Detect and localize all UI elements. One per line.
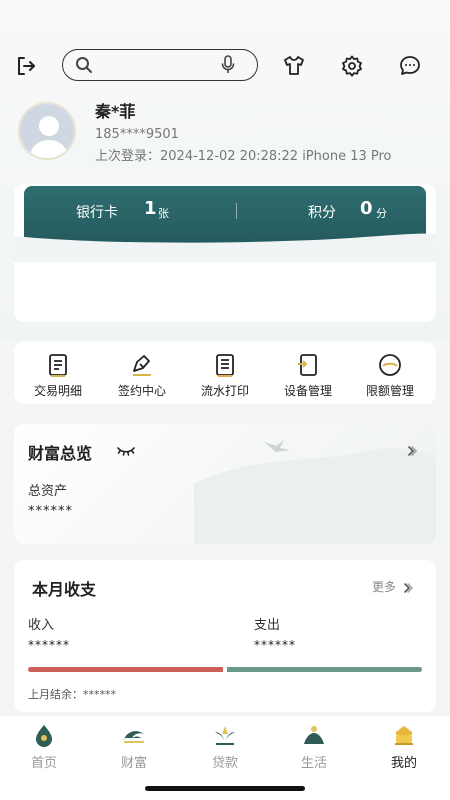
tab-wealth[interactable]: 财富 <box>104 722 164 771</box>
settings-icon[interactable] <box>340 54 364 78</box>
quick-statement-print[interactable]: 流水打印 <box>185 352 265 400</box>
bank-card-count[interactable]: 1 <box>144 198 157 219</box>
tab-label: 贷款 <box>211 756 238 771</box>
quick-label: 签约中心 <box>117 384 166 398</box>
monthly-title: 本月收支 <box>32 580 97 599</box>
avatar[interactable] <box>18 102 76 160</box>
card-divider <box>236 203 237 219</box>
tab-mine[interactable]: 我的 <box>374 722 434 771</box>
mine-icon <box>391 722 417 748</box>
points-unit: 分 <box>376 207 387 220</box>
logout-icon[interactable] <box>14 54 38 78</box>
eye-closed-icon[interactable] <box>116 442 136 461</box>
bank-card-unit: 张 <box>158 207 169 220</box>
microphone-icon[interactable] <box>221 55 235 79</box>
total-assets-label: 总资产 <box>28 484 68 499</box>
last-login-info: 上次登录：2024-12-02 20:28:22 iPhone 13 Pro <box>95 149 392 164</box>
expense-label: 支出 <box>254 618 281 633</box>
monthly-summary-card: 本月收支 更多 收入 ****** 支出 ****** 上月结余：****** <box>14 560 436 712</box>
tab-label: 财富 <box>120 756 147 771</box>
life-icon <box>301 722 327 748</box>
card-wave-decoration <box>14 233 436 262</box>
search-icon <box>75 56 93 78</box>
limit-gauge-icon <box>377 352 403 378</box>
quick-limit-management[interactable]: 限额管理 <box>350 352 430 400</box>
more-link[interactable]: 更多 <box>372 578 396 595</box>
quick-device-management[interactable]: 设备管理 <box>268 352 348 400</box>
income-value: ****** <box>28 638 70 652</box>
user-phone: 185****9501 <box>95 127 179 142</box>
points-label[interactable]: 积分 <box>308 202 336 222</box>
wealth-overview-card[interactable]: 财富总览 总资产 ****** <box>14 424 436 544</box>
tab-home[interactable]: 首页 <box>14 722 74 771</box>
quick-transaction-list[interactable]: 交易明细 <box>18 352 98 400</box>
home-icon <box>31 722 57 748</box>
top-toolbar <box>0 44 450 88</box>
transaction-list-icon <box>45 352 71 378</box>
quick-actions: 交易明细 签约中心 流水打印 设备管理 限额管理 <box>14 342 436 404</box>
tab-label: 生活 <box>300 756 327 771</box>
more-arrow-icon[interactable] <box>402 579 414 598</box>
search-input[interactable] <box>99 55 229 75</box>
last-month-balance: 上月结余：****** <box>28 688 116 701</box>
expense-bar <box>227 667 422 672</box>
device-icon <box>295 352 321 378</box>
quick-label: 限额管理 <box>365 384 414 398</box>
bank-card-label[interactable]: 银行卡 <box>76 202 118 222</box>
tab-loan[interactable]: 贷款 <box>195 722 255 771</box>
quick-label: 设备管理 <box>283 384 332 398</box>
print-doc-icon <box>212 352 238 378</box>
wealth-title: 财富总览 <box>28 444 93 463</box>
home-indicator <box>145 786 305 791</box>
tshirt-icon[interactable] <box>282 54 306 78</box>
quick-label: 交易明细 <box>33 384 82 398</box>
wealth-icon <box>121 722 147 748</box>
search-box[interactable] <box>62 49 258 81</box>
tab-label: 首页 <box>30 756 57 771</box>
wealth-arrow-icon[interactable] <box>406 442 418 461</box>
expense-value: ****** <box>254 638 296 652</box>
income-label: 收入 <box>28 618 55 633</box>
quick-sign-center[interactable]: 签约中心 <box>102 352 182 400</box>
income-bar <box>28 667 223 672</box>
sign-pen-icon <box>129 352 155 378</box>
profile-section[interactable]: 秦*菲 185****9501 上次登录：2024-12-02 20:28:22… <box>0 94 450 164</box>
points-count[interactable]: 0 <box>360 198 373 219</box>
loan-icon <box>212 722 238 748</box>
tab-life[interactable]: 生活 <box>284 722 344 771</box>
account-card: 银行卡 1 张 积分 0 分 <box>14 184 436 322</box>
quick-label: 流水打印 <box>200 384 249 398</box>
tab-label: 我的 <box>390 756 417 771</box>
message-icon[interactable] <box>398 54 422 78</box>
user-name: 秦*菲 <box>95 102 136 121</box>
total-assets-value: ****** <box>28 504 73 519</box>
